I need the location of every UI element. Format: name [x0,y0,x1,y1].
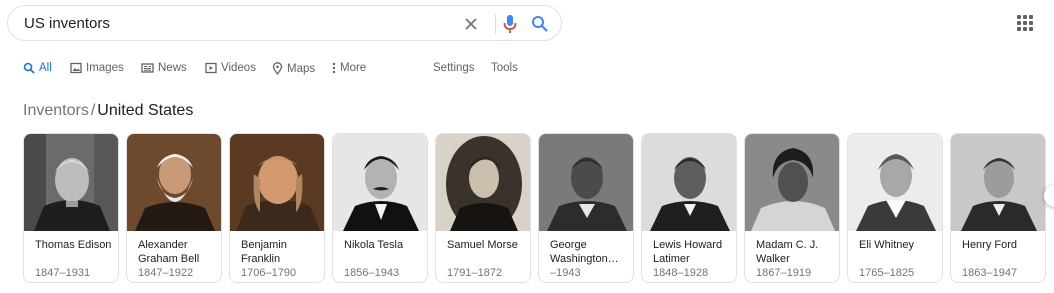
inventor-name: Madam C. J. Walker [756,239,819,265]
tools-link[interactable]: Tools [491,62,518,74]
tab-label: More [340,62,367,74]
more-vert-icon [332,62,336,74]
inventor-name: George Washington… [550,239,619,265]
inventor-years: 1706–1790 [241,267,297,279]
tab-label: Maps [287,62,316,75]
inventor-years: 1848–1928 [653,267,709,279]
inventor-name: Henry Ford [962,239,1018,251]
inventor-portrait [642,134,736,231]
apps-grid-icon[interactable] [1017,15,1035,33]
inventor-portrait [24,134,118,231]
inventor-years: 1847–1922 [138,267,194,279]
tab-label: Videos [221,62,256,74]
inventor-card[interactable]: George Washington… –1943 [538,133,634,283]
inventor-name: Lewis Howard Latimer [653,239,723,265]
inventor-card[interactable]: Thomas Edison 1847–1931 [23,133,119,283]
inventor-name: Benjamin Franklin [241,239,287,265]
inventor-card[interactable]: Madam C. J. Walker 1867–1919 [744,133,840,283]
tab-news[interactable]: News [141,62,187,74]
inventor-years: –1943 [550,267,581,279]
inventor-portrait [951,134,1045,231]
tab-maps[interactable]: Maps [272,62,315,75]
inventor-name: Alexander Graham Bell [138,239,200,265]
tab-label: Images [86,62,124,74]
inventor-years: 1867–1919 [756,267,812,279]
breadcrumb-separator: / [90,102,96,119]
tab-images[interactable]: Images [70,62,124,74]
inventor-years: 1791–1872 [447,267,503,279]
inventor-portrait [848,134,942,231]
inventor-name: Eli Whitney [859,239,915,251]
search-input[interactable]: US inventors [24,15,110,32]
news-icon [141,63,154,73]
inventor-card[interactable]: Alexander Graham Bell 1847–1922 [126,133,222,283]
tab-all[interactable]: All [23,62,52,74]
inventor-portrait [333,134,427,231]
inventor-card[interactable]: Henry Ford 1863–1947 [950,133,1046,283]
inventor-years: 1765–1825 [859,267,915,279]
tab-more[interactable]: More [332,62,366,74]
inventor-name: Nikola Tesla [344,239,404,251]
microphone-icon[interactable] [500,13,520,35]
inventor-name: Samuel Morse [447,239,518,251]
inventor-name: Thomas Edison [35,239,112,251]
inventor-card[interactable]: Samuel Morse 1791–1872 [435,133,531,283]
inventor-portrait [230,134,324,231]
inventors-carousel: Thomas Edison 1847–1931 Alexander Graham… [23,133,1054,285]
breadcrumb: Inventors / United States [23,102,193,120]
inventor-card[interactable]: Lewis Howard Latimer 1848–1928 [641,133,737,283]
breadcrumb-parent[interactable]: Inventors [23,102,89,119]
inventor-card[interactable]: Nikola Tesla 1856–1943 [332,133,428,283]
inventor-card[interactable]: Benjamin Franklin 1706–1790 [229,133,325,283]
inventor-years: 1863–1947 [962,267,1018,279]
search-submit-icon[interactable] [529,13,551,35]
inventor-years: 1847–1931 [35,267,91,279]
tab-label: All [39,62,52,74]
tab-videos[interactable]: Videos [205,62,256,74]
search-icon [23,62,35,74]
inventor-portrait [745,134,839,231]
search-box[interactable]: US inventors [7,5,562,41]
breadcrumb-current: United States [97,102,194,119]
map-pin-icon [272,62,283,75]
inventor-portrait [539,134,633,231]
inventor-years: 1856–1943 [344,267,400,279]
search-divider [495,14,496,34]
settings-link[interactable]: Settings [433,62,475,74]
clear-icon[interactable] [461,14,481,34]
inventor-portrait [436,134,530,231]
video-icon [205,62,217,74]
image-icon [70,62,82,74]
tab-label: News [158,62,187,74]
inventor-portrait [127,134,221,231]
inventor-card[interactable]: Eli Whitney 1765–1825 [847,133,943,283]
